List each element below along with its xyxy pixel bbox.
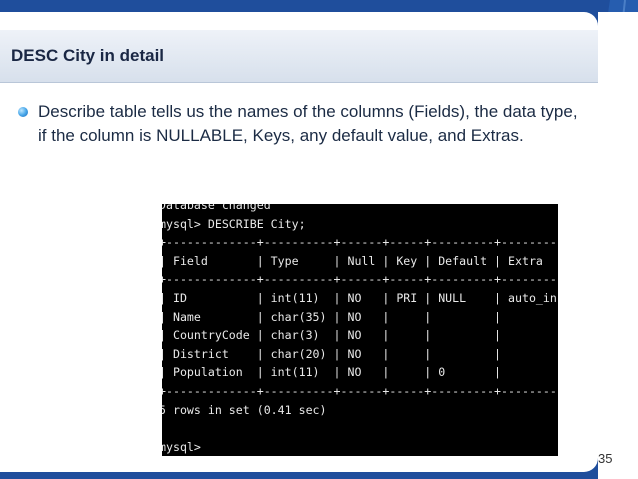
page-number: 35 xyxy=(598,451,613,466)
console-line: mysql> DESCRIBE City; xyxy=(162,216,306,231)
slide-title: DESC City in detail xyxy=(11,46,165,65)
console-line: +-------------+----------+------+-----+-… xyxy=(162,235,558,250)
console-line: | CountryCode | char(3) | NO | | | | xyxy=(162,328,502,343)
console-line: | Name | char(35) | NO | | | | xyxy=(162,309,502,324)
console-output: Database changed mysql> DESCRIBE City; +… xyxy=(162,204,558,456)
slide-right-edge xyxy=(598,12,638,479)
console-line: 5 rows in set (0.41 sec) xyxy=(162,402,327,417)
bullet-icon xyxy=(18,107,28,117)
console-line: +-------------+----------+------+-----+-… xyxy=(162,383,558,398)
console-line: | District | char(20) | NO | | | | xyxy=(162,346,502,361)
console-line: Database changed xyxy=(162,204,271,212)
console-line: | Field | Type | Null | Key | Default | … xyxy=(162,253,543,268)
console-line: +-------------+----------+------+-----+-… xyxy=(162,272,558,287)
console-line: | ID | int(11) | NO | PRI | NULL | auto_… xyxy=(162,290,558,305)
console-line: | Population | int(11) | NO | | 0 | | xyxy=(162,365,502,380)
title-divider xyxy=(0,82,598,83)
bullet-text: Describe table tells us the names of the… xyxy=(38,102,578,145)
console-line: mysql> xyxy=(162,439,201,454)
slide-panel: DESC City in detail Describe table tells… xyxy=(0,12,598,472)
mysql-console-screenshot: Database changed mysql> DESCRIBE City; +… xyxy=(162,204,558,456)
